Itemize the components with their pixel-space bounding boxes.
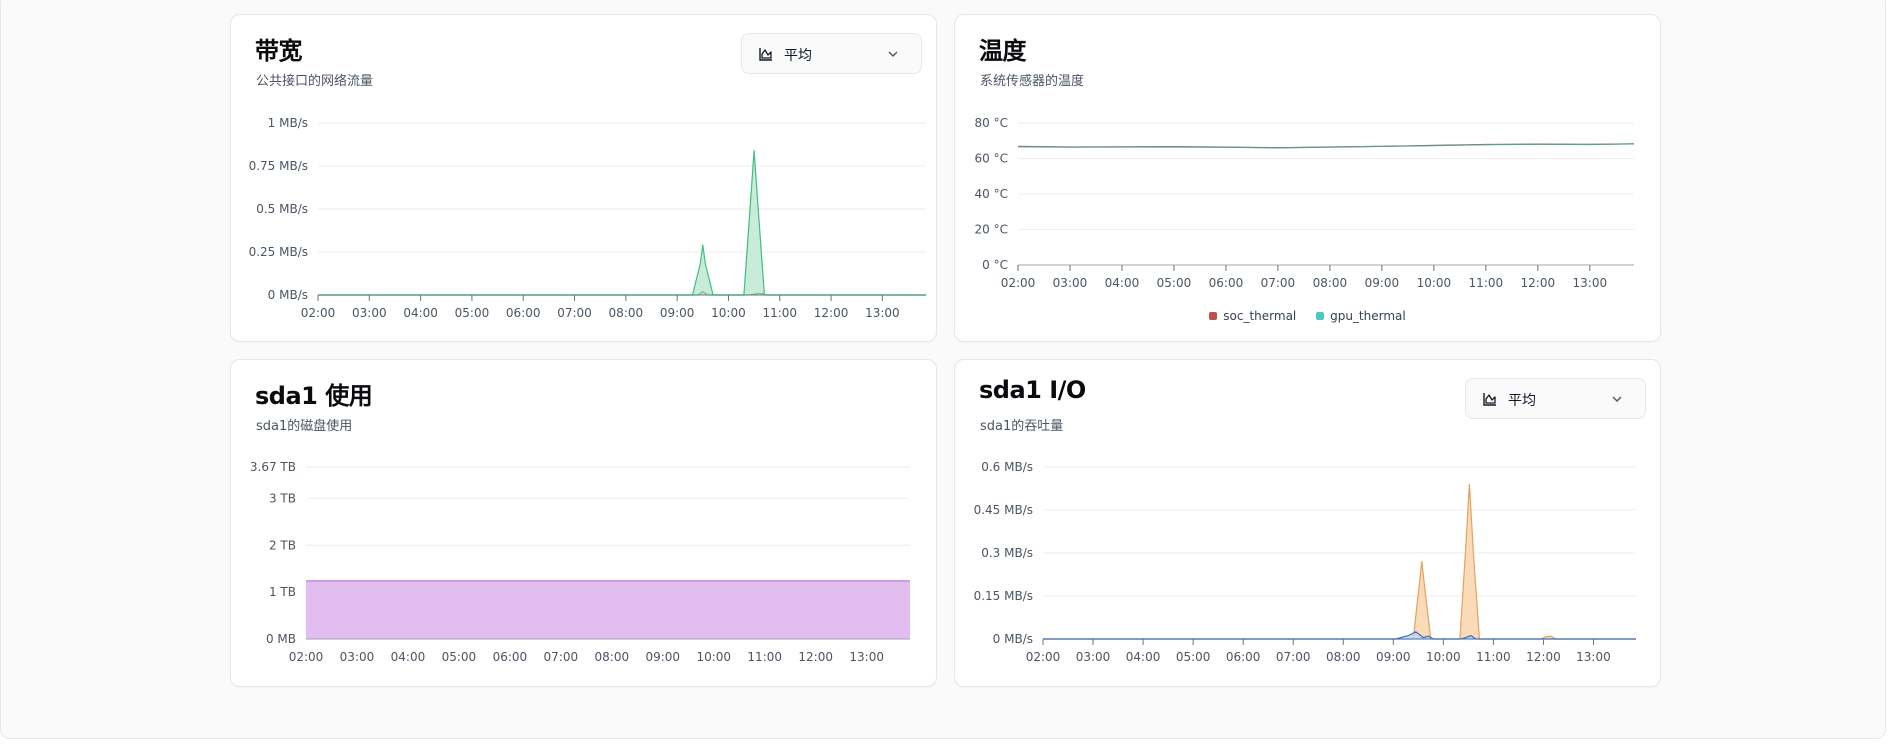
series-line: [1017, 143, 1635, 149]
x-tick-label: 03:00: [1076, 650, 1111, 664]
series-area: [1043, 484, 1636, 639]
y-tick-label: 0 MB/s: [993, 632, 1033, 646]
series-area: [318, 150, 926, 295]
temperature-chart: 0 °C 20 °C 40 °C 60 °C 80 °C 02:00 03:00 04:00 0…: [975, 116, 1635, 290]
y-tick-label: 0 MB: [266, 632, 296, 646]
series-line: [1043, 483, 1636, 640]
legend-item-soc[interactable]: soc_thermal: [1209, 309, 1296, 323]
x-tick-label: 13:00: [1573, 276, 1608, 290]
x-tick-label: 13:00: [865, 306, 900, 320]
temperature-card: 温度 系统传感器的温度 0 °C 20 °C 40 °C 60 °C 80 °C 02:0…: [954, 14, 1661, 342]
x-tick-label: 04:00: [403, 306, 438, 320]
x-tick-label: 12:00: [798, 650, 833, 664]
legend-swatch: [1316, 312, 1325, 320]
y-tick-label: 0.5 MB/s: [256, 202, 308, 216]
legend-swatch: [1209, 312, 1218, 320]
y-tick-label: 0.75 MB/s: [249, 159, 308, 173]
y-tick-label: 1 TB: [269, 585, 296, 599]
x-tick-label: 06:00: [1226, 650, 1261, 664]
y-tick-label: 0.15 MB/s: [974, 589, 1033, 603]
x-tick-label: 09:00: [1365, 276, 1400, 290]
x-tick-label: 07:00: [544, 650, 579, 664]
x-tick-label: 05:00: [1157, 276, 1192, 290]
series-line: [318, 149, 926, 296]
disk-io-card: sda1 I/O sda1的吞吐量 平均 0 MB/s 0.15 MB/s 0.3 …: [954, 359, 1661, 687]
y-tick-label: 20 °C: [975, 223, 1008, 237]
x-tick-label: 09:00: [1376, 650, 1411, 664]
x-tick-label: 09:00: [645, 650, 680, 664]
x-tick-label: 04:00: [1126, 650, 1161, 664]
legend-label: soc_thermal: [1223, 309, 1297, 323]
disk-usage-card: sda1 使用 sda1的磁盘使用 0 MB 1 TB 2 TB 3 TB 3.67 T…: [230, 359, 937, 687]
x-tick-label: 13:00: [1576, 650, 1611, 664]
y-tick-label: 1 MB/s: [268, 116, 308, 130]
x-tick-label: 08:00: [1313, 276, 1348, 290]
x-tick-label: 12:00: [1521, 276, 1556, 290]
x-tick-label: 06:00: [493, 650, 528, 664]
x-tick-label: 02:00: [301, 306, 336, 320]
y-tick-label: 0.45 MB/s: [974, 503, 1033, 517]
x-tick-label: 11:00: [1476, 650, 1511, 664]
x-tick-label: 12:00: [814, 306, 849, 320]
x-tick-label: 07:00: [1261, 276, 1296, 290]
y-tick-label: 3 TB: [269, 491, 296, 505]
y-tick-label: 60 °C: [975, 152, 1008, 166]
x-tick-label: 10:00: [1417, 276, 1452, 290]
x-tick-label: 10:00: [711, 306, 746, 320]
bandwidth-card: 带宽 公共接口的网络流量 平均 0 MB/s 0.25 MB/s 0.5 MB/s 0…: [230, 14, 937, 342]
y-tick-label: 80 °C: [975, 116, 1008, 130]
x-tick-label: 12:00: [1526, 650, 1561, 664]
y-tick-label: 3.67 TB: [250, 460, 296, 474]
bandwidth-chart: 0 MB/s 0.25 MB/s 0.5 MB/s 0.75 MB/s 1 MB/s 02…: [249, 116, 926, 320]
x-tick-label: 04:00: [391, 650, 426, 664]
x-tick-label: 11:00: [762, 306, 797, 320]
legend-label: gpu_thermal: [1330, 309, 1406, 323]
x-tick-label: 08:00: [609, 306, 644, 320]
series-area: [306, 580, 910, 639]
x-tick-label: 10:00: [696, 650, 731, 664]
disk-usage-chart: 0 MB 1 TB 2 TB 3 TB 3.67 TB 02:00 03:00 04:00 05…: [250, 460, 910, 664]
x-tick-label: 02:00: [1026, 650, 1061, 664]
x-tick-label: 10:00: [1426, 650, 1461, 664]
x-tick-label: 02:00: [289, 650, 324, 664]
disk-io-chart: 0 MB/s 0.15 MB/s 0.3 MB/s 0.45 MB/s 0.6 MB/s…: [974, 460, 1636, 664]
legend-item-gpu[interactable]: gpu_thermal: [1316, 309, 1406, 323]
y-tick-label: 40 °C: [975, 187, 1008, 201]
y-tick-label: 0.25 MB/s: [249, 245, 308, 259]
x-tick-label: 06:00: [506, 306, 541, 320]
x-tick-label: 11:00: [1469, 276, 1504, 290]
x-tick-label: 03:00: [1053, 276, 1088, 290]
x-tick-label: 06:00: [1209, 276, 1244, 290]
x-tick-label: 07:00: [557, 306, 592, 320]
x-tick-label: 09:00: [660, 306, 695, 320]
y-tick-label: 2 TB: [269, 538, 296, 552]
x-tick-label: 04:00: [1105, 276, 1140, 290]
x-tick-label: 03:00: [340, 650, 375, 664]
y-tick-label: 0 °C: [982, 258, 1008, 272]
x-tick-label: 07:00: [1276, 650, 1311, 664]
x-tick-label: 05:00: [1176, 650, 1211, 664]
y-tick-label: 0 MB/s: [268, 288, 308, 302]
x-tick-label: 03:00: [352, 306, 387, 320]
x-tick-label: 08:00: [1326, 650, 1361, 664]
chart-legend: soc_thermal gpu_thermal: [955, 309, 1660, 323]
x-tick-label: 08:00: [595, 650, 630, 664]
y-tick-label: 0.3 MB/s: [981, 546, 1033, 560]
x-tick-label: 05:00: [455, 306, 490, 320]
y-tick-label: 0.6 MB/s: [981, 460, 1033, 474]
x-tick-label: 11:00: [747, 650, 782, 664]
series-line: [318, 291, 926, 296]
x-tick-label: 02:00: [1001, 276, 1036, 290]
x-tick-label: 13:00: [849, 650, 884, 664]
x-tick-label: 05:00: [442, 650, 477, 664]
